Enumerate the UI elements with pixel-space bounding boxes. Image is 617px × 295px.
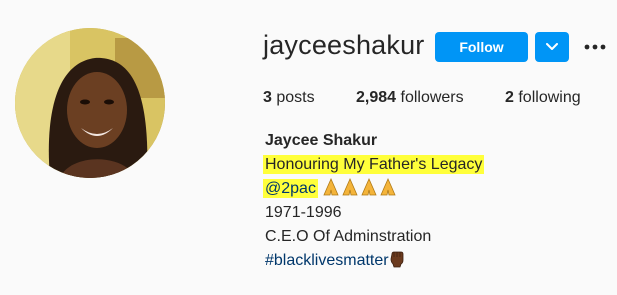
followers-stat[interactable]: 2,984 followers — [356, 89, 464, 107]
profile-header: jayceeshakur Follow 3 posts 2,984 follow… — [0, 0, 617, 295]
avatar-photo — [15, 28, 165, 178]
folded-hands-icon — [323, 178, 396, 196]
posts-count: 3 — [263, 89, 272, 106]
follow-button[interactable]: Follow — [435, 32, 528, 62]
bio-line-years: 1971-1996 — [265, 204, 342, 221]
chevron-down-icon — [546, 43, 558, 50]
posts-stat: 3 posts — [263, 89, 315, 107]
username: jayceeshakur — [263, 30, 425, 60]
posts-label: posts — [276, 89, 315, 106]
hashtag-link[interactable]: #blacklivesmatter — [265, 252, 389, 269]
more-options-button[interactable] — [583, 36, 607, 58]
bio-line-legacy: Honouring My Father's Legacy — [263, 153, 485, 177]
following-stat[interactable]: 2 following — [505, 89, 581, 107]
full-name: Jaycee Shakur — [265, 132, 378, 149]
raised-fist-emoji — [389, 250, 405, 276]
mention-link[interactable]: @2pac — [263, 179, 318, 198]
followers-label: followers — [400, 89, 464, 106]
bio: Jaycee Shakur Honouring My Father's Lega… — [263, 129, 485, 273]
bio-line-hashtag: #blacklivesmatter — [265, 249, 484, 273]
suggested-accounts-button[interactable] — [535, 32, 569, 62]
bio-legacy-text: Honouring My Father's Legacy — [263, 155, 485, 174]
more-options-icon — [584, 44, 606, 50]
avatar[interactable] — [15, 28, 165, 178]
bio-line-title: C.E.O Of Adminstration — [265, 228, 432, 245]
following-label: following — [518, 89, 581, 106]
raised-fist-icon — [390, 251, 404, 268]
followers-count: 2,984 — [356, 89, 397, 106]
bio-line-mention: @2pac — [263, 177, 484, 201]
following-count: 2 — [505, 89, 514, 106]
